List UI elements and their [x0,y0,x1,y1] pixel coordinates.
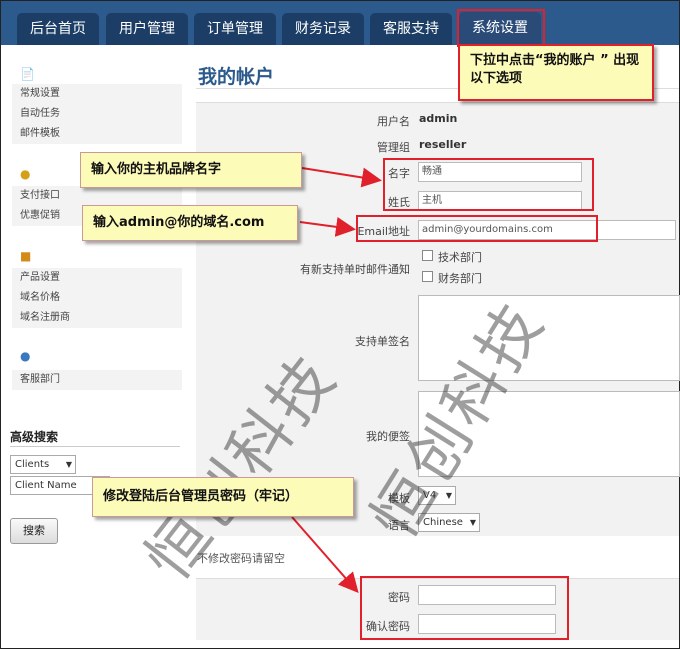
callout-dropdown-hint: 下拉中点击“我的账户 ” 出现以下选项 [458,44,654,101]
callout-email-hint: 输入admin@你的域名.com [82,205,298,241]
arrow-to-password-fields [291,516,359,594]
arrow-to-name-fields [301,167,382,188]
callout-password-hint: 修改登陆后台管理员密码（牢记） [92,477,354,517]
callout-brand-name-hint: 输入你的主机品牌名字 [80,152,302,188]
arrow-to-email-field [299,216,356,237]
